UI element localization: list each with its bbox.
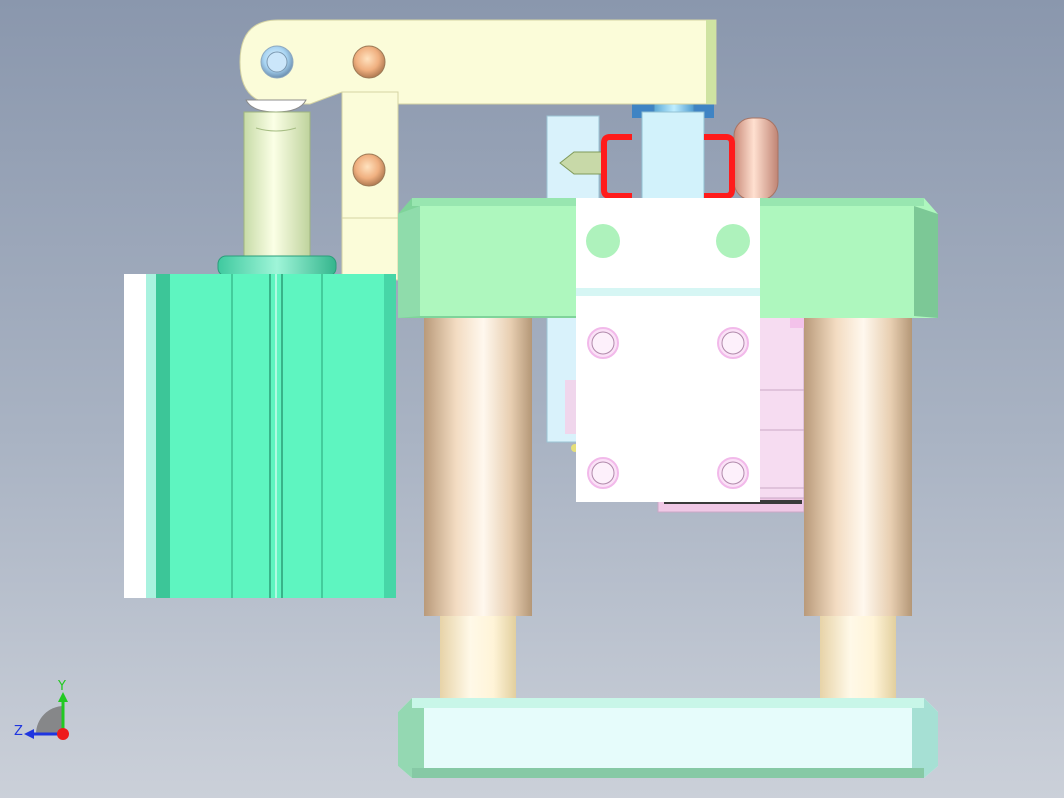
cylinder-rod[interactable] (217, 99, 337, 277)
bottom-base[interactable] (398, 698, 938, 778)
pneumatic-cylinder[interactable] (124, 274, 396, 598)
locating-pin[interactable] (733, 117, 779, 201)
z-axis-label: Z (14, 724, 23, 739)
cad-viewport[interactable]: Y Z (0, 0, 1064, 798)
y-axis-label: Y (57, 679, 66, 694)
bolt-icon (260, 45, 294, 79)
cad-model-drawing[interactable]: Y Z (0, 0, 1064, 798)
coordinate-triad-icon (24, 692, 69, 740)
top-clamp-arm[interactable] (239, 19, 717, 105)
